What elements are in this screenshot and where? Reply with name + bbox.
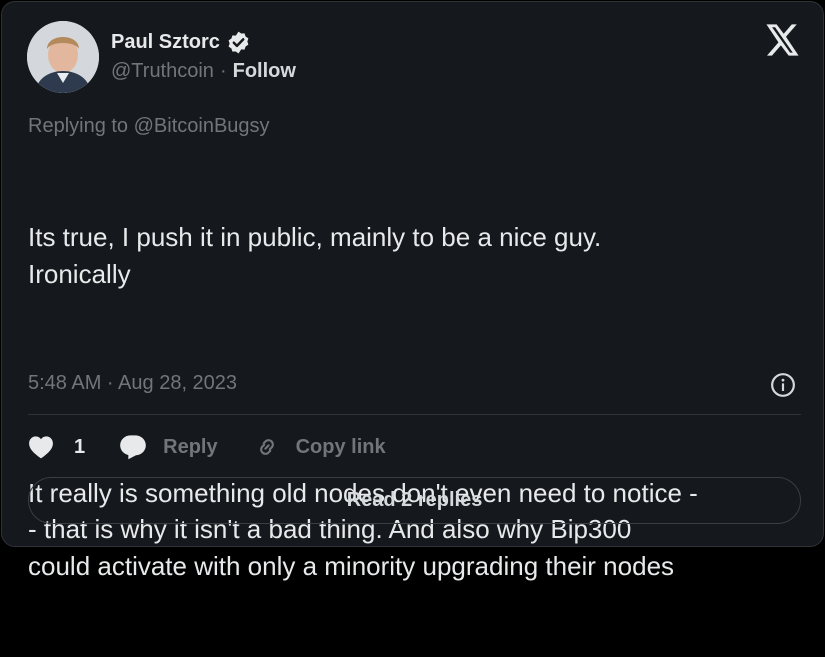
author-name[interactable]: Paul Sztorc bbox=[111, 31, 220, 54]
copy-link-label: Copy link bbox=[295, 435, 386, 458]
handle-separator: · bbox=[219, 60, 227, 82]
author-handle-row: @Truthcoin · Follow bbox=[111, 60, 296, 83]
tweet-card: Paul Sztorc @Truthcoin · Follow Replying… bbox=[1, 1, 824, 581]
reply-button[interactable]: Reply bbox=[119, 434, 218, 460]
reply-bubble-icon bbox=[120, 435, 146, 460]
like-button[interactable]: 1 bbox=[28, 435, 85, 459]
reply-label: Reply bbox=[163, 435, 218, 458]
replying-to: Replying to @BitcoinBugsy bbox=[28, 115, 270, 137]
like-count: 1 bbox=[74, 435, 86, 458]
tweet-text: Its true, I push it in public, mainly to… bbox=[28, 146, 808, 657]
verified-badge-icon bbox=[226, 30, 251, 55]
tweet-paragraph: Its true, I push it in public, mainly to… bbox=[28, 222, 602, 289]
heart-icon bbox=[29, 436, 53, 459]
avatar[interactable] bbox=[27, 21, 99, 93]
link-icon bbox=[259, 439, 274, 455]
follow-button[interactable]: Follow bbox=[233, 60, 296, 83]
read-replies-button[interactable]: Read 2 replies bbox=[28, 477, 801, 524]
author-name-row: Paul Sztorc bbox=[111, 30, 251, 55]
action-bar: 1 Reply Copy link bbox=[28, 432, 386, 462]
divider bbox=[28, 414, 801, 415]
tweet-timestamp[interactable]: 5:48 AM · Aug 28, 2023 bbox=[28, 372, 237, 395]
info-icon[interactable] bbox=[770, 372, 796, 398]
copy-link-button[interactable]: Copy link bbox=[254, 434, 386, 460]
author-handle[interactable]: @Truthcoin bbox=[111, 60, 214, 83]
x-logo-icon[interactable] bbox=[766, 24, 800, 56]
